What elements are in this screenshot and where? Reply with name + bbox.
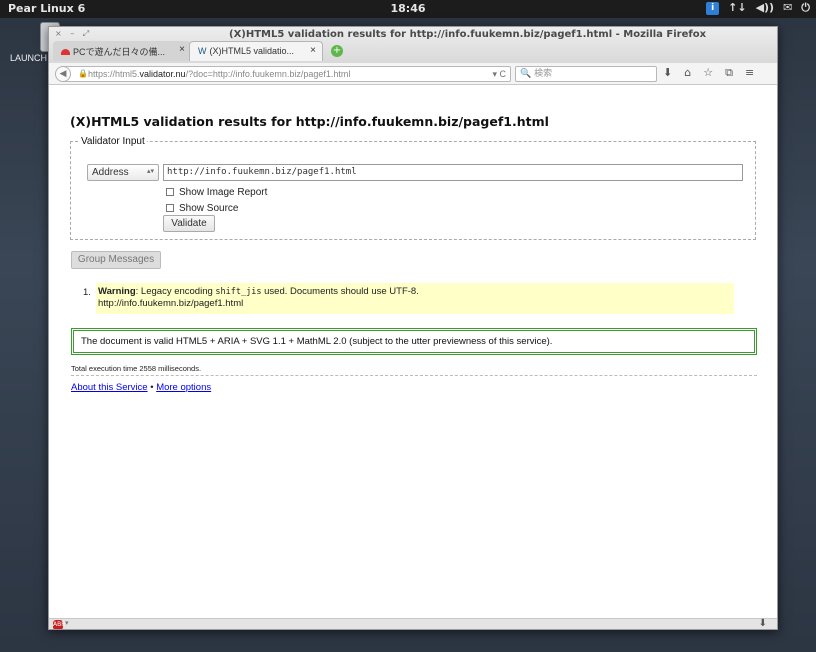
power-icon[interactable]: ⏻ [801,1,810,15]
input-type-select[interactable]: Address ▴▾ [87,164,159,181]
w3c-favicon-icon: W [198,46,207,56]
validate-button[interactable]: Validate [163,215,215,232]
back-button[interactable]: ◀ [55,66,71,82]
tab-label: PCで遊んだ日々の備... [73,47,166,57]
toolbar-icons: ⬇ ⌂ ☆ ⧉ ≡ [663,66,754,80]
search-input[interactable]: 🔍 検索 [515,66,657,82]
tab-validator[interactable]: W (X)HTML5 validatio... × [189,41,323,61]
show-image-report-option[interactable]: Show Image Report [166,187,267,198]
checkbox[interactable] [166,188,174,196]
more-options-link[interactable]: More options [156,382,211,393]
tab-pc[interactable]: PCで遊んだ日々の備... × [53,41,191,61]
tab-strip: PCで遊んだ日々の備... × W (X)HTML5 validatio... ×… [49,41,777,61]
adblock-menu-icon[interactable]: ▾ [65,619,69,627]
top-panel: Pear Linux 6 18:46 i ↑↓ ◀)) ✉ ⏻ [0,0,816,18]
execution-time: Total execution time 2558 milliseconds. [71,364,202,373]
warning-url: http://info.fuukemn.biz/pagef1.html [98,298,244,309]
home-icon[interactable]: ⌂ [684,66,691,80]
window-controls[interactable]: × – ⤢ [55,29,92,39]
navigation-bar: 🔒 https://html5.validator.nu/?doc=http:/… [49,63,777,85]
firefox-window: × – ⤢ (X)HTML5 validation results for ht… [48,26,778,630]
menu-icon[interactable]: ≡ [745,66,754,80]
show-source-option[interactable]: Show Source [166,203,238,214]
encoding-code: shift_jis [215,287,262,297]
tab-label: (X)HTML5 validatio... [209,46,295,56]
footer-links: About this Service • More options [71,382,212,393]
url-bar[interactable]: 🔒 https://html5.validator.nu/?doc=http:/… [63,66,511,82]
tab-favicon-icon [61,49,70,55]
page-title: (X)HTML5 validation results for http://i… [70,114,549,129]
volume-icon[interactable]: ◀)) [756,1,775,15]
info-icon[interactable]: i [706,2,720,15]
select-arrow-icon: ▴▾ [146,168,154,175]
fieldset-legend: Validator Input [81,136,145,147]
status-bar: ABP ▾ ⬇ [49,618,777,629]
tab-close-icon[interactable]: × [310,45,316,56]
url-input[interactable]: http://info.fuukemn.biz/pagef1.html [163,164,743,181]
panel-clock[interactable]: 18:46 [0,2,816,15]
tab-close-icon[interactable]: × [179,44,185,55]
message-number: 1. [83,287,91,298]
launcher-label[interactable]: LAUNCH [10,53,47,63]
new-tab-button[interactable]: + [331,45,343,57]
reload-icon[interactable]: ▾ C [492,67,506,81]
download-icon[interactable]: ⬇ [663,66,672,80]
checkbox[interactable] [166,204,174,212]
lock-icon: 🔒 [78,69,88,78]
distro-name[interactable]: Pear Linux 6 [8,2,85,15]
validity-result: The document is valid HTML5 + ARIA + SVG… [71,328,757,355]
page-content: (X)HTML5 validation results for http://i… [49,86,777,618]
mail-icon[interactable]: ✉ [783,1,792,15]
url-text: https://html5.validator.nu/?doc=http://i… [88,69,351,79]
group-messages-button[interactable]: Group Messages [71,251,161,269]
bookmark-icon[interactable]: ☆ [703,66,713,80]
adblock-icon[interactable]: ABP [53,620,65,629]
warning-message: Warning: Legacy encoding shift_jis used.… [96,283,734,314]
warning-label: Warning [98,286,136,297]
titlebar: × – ⤢ (X)HTML5 validation results for ht… [49,27,777,63]
network-icon[interactable]: ↑↓ [728,1,746,15]
window-title: (X)HTML5 validation results for http://i… [229,29,707,40]
validator-input-fieldset: Validator Input Address ▴▾ http://info.f… [70,136,756,240]
pocket-icon[interactable]: ⧉ [725,66,733,80]
download-status-icon[interactable]: ⬇ [759,618,767,629]
system-tray: i ↑↓ ◀)) ✉ ⏻ [706,1,810,15]
divider [71,375,757,376]
about-link[interactable]: About this Service [71,382,148,393]
